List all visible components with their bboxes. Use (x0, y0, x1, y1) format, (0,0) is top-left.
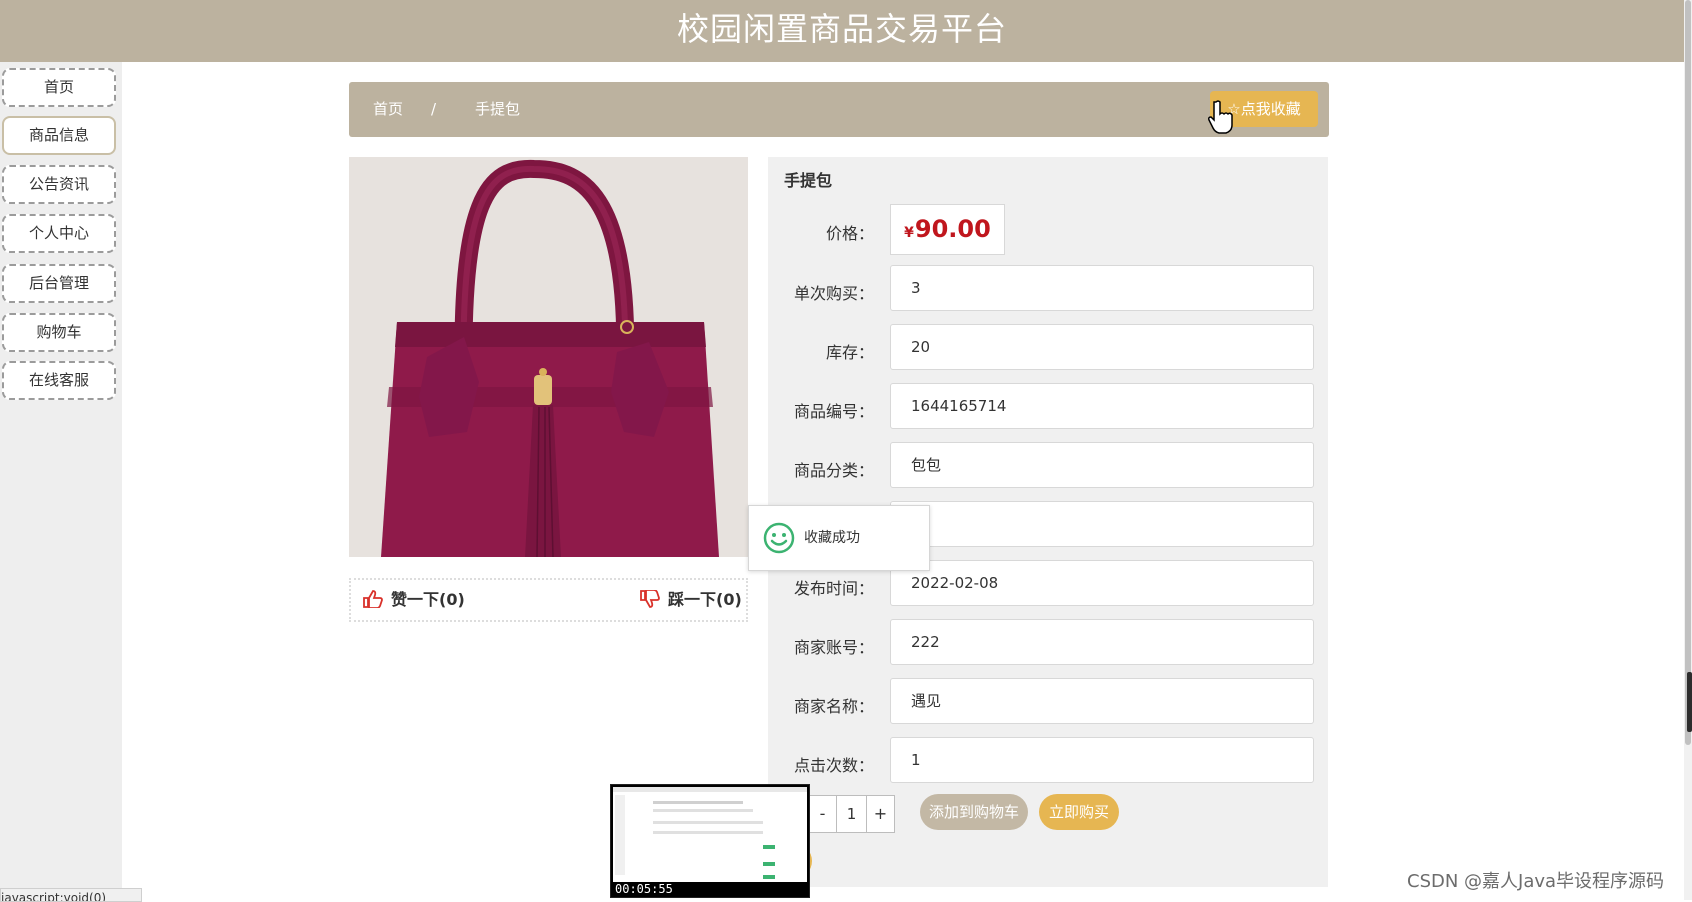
breadcrumb: 首页 / 手提包 ☆点我收藏 (349, 82, 1329, 137)
like-button[interactable]: 赞一下(0) (363, 580, 465, 620)
price-label: 价格： (825, 224, 874, 243)
breadcrumb-current: 手提包 (475, 100, 521, 118)
scrollbar-marker (1687, 672, 1692, 732)
handbag-image (349, 157, 748, 557)
dislike-label: 踩一下(0) (668, 590, 742, 609)
sidebar-item-admin[interactable]: 后台管理 (2, 264, 116, 303)
scrollbar-thumb[interactable] (1685, 0, 1691, 745)
toast-notification: 收藏成功 (748, 505, 930, 571)
quantity-stepper: - 1 + (808, 795, 895, 833)
field-clicks: 1 (890, 737, 1314, 783)
field-seller-name: 遇见 (890, 678, 1314, 724)
field-per-order: 3 (890, 265, 1314, 311)
hand-cursor-icon (1208, 100, 1233, 134)
site-title: 校园闲置商品交易平台 (676, 10, 1007, 48)
toast-message: 收藏成功 (804, 530, 860, 546)
field-publish-time: 2022-02-08 (890, 560, 1314, 606)
field-label-stock: 库存： (825, 343, 874, 362)
currency-symbol: ¥ (904, 225, 914, 241)
field-category: 包包 (890, 442, 1314, 488)
product-name: 手提包 (784, 171, 833, 190)
favorite-button-label: 点我收藏 (1240, 100, 1301, 118)
sidebar-item-announcements[interactable]: 公告资讯 (2, 165, 116, 204)
smile-icon (763, 522, 795, 554)
field-label-per-order: 单次购买： (793, 284, 874, 303)
quantity-minus-button[interactable]: - (808, 795, 837, 833)
product-image (349, 157, 748, 557)
field-hidden (890, 501, 1314, 547)
breadcrumb-home-link[interactable]: 首页 (373, 82, 403, 137)
video-preview-image (613, 787, 807, 882)
field-label-seller-account: 商家账号： (793, 638, 874, 657)
sidebar-item-profile[interactable]: 个人中心 (2, 214, 116, 253)
price-amount: 90.00 (914, 215, 991, 243)
field-label-code: 商品编号： (793, 402, 874, 421)
thumbs-down-icon (640, 589, 660, 608)
field-stock: 20 (890, 324, 1314, 370)
sidebar-item-products[interactable]: 商品信息 (2, 116, 116, 155)
breadcrumb-separator: / (431, 100, 437, 118)
sidebar-item-customer-service[interactable]: 在线客服 (2, 361, 116, 400)
sidebar-item-home[interactable]: 首页 (2, 68, 116, 107)
field-code: 1644165714 (890, 383, 1314, 429)
video-preview (613, 787, 807, 882)
add-to-cart-button[interactable]: 添加到购物车 (920, 794, 1028, 830)
field-seller-account: 222 (890, 619, 1314, 665)
video-timestamp: 00:05:55 (615, 882, 673, 896)
dislike-button[interactable]: 踩一下(0) (640, 580, 742, 620)
field-label-clicks: 点击次数： (793, 756, 874, 775)
field-label-seller-name: 商家名称： (793, 697, 874, 716)
quantity-plus-button[interactable]: + (866, 795, 895, 833)
watermark: CSDN @嘉人Java毕设程序源码 (1407, 871, 1665, 892)
like-bar: 赞一下(0) 踩一下(0) (349, 578, 748, 622)
top-header: 校园闲置商品交易平台 (0, 0, 1684, 62)
field-label-category: 商品分类： (793, 461, 874, 480)
field-label-publish-time: 发布时间： (793, 579, 874, 598)
sidebar-item-cart[interactable]: 购物车 (2, 313, 116, 352)
page-scrollbar[interactable] (1684, 0, 1692, 900)
thumbs-up-icon (363, 590, 383, 609)
video-thumbnail[interactable]: 00:05:55 (610, 784, 810, 898)
sidebar: 首页 商品信息 公告资讯 个人中心 后台管理 购物车 在线客服 (0, 62, 122, 900)
like-label: 赞一下(0) (391, 590, 465, 609)
buy-now-button[interactable]: 立即购买 (1039, 794, 1119, 830)
price-value: ¥90.00 (890, 204, 1005, 255)
quantity-input[interactable]: 1 (836, 795, 867, 833)
